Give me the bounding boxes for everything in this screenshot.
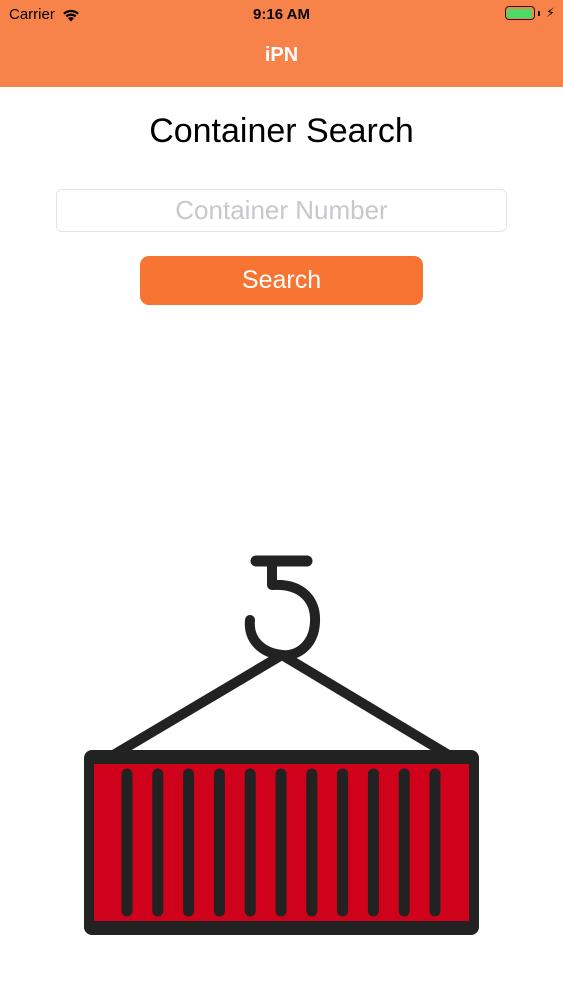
- battery-level: [507, 8, 533, 18]
- container-number-input[interactable]: [56, 189, 507, 232]
- search-button[interactable]: Search: [140, 256, 423, 305]
- crane-hook-icon: [244, 555, 321, 661]
- status-bar: Carrier 9:16 AM ⚡︎: [0, 0, 563, 28]
- sling-ropes: [110, 650, 452, 759]
- shipping-container: [84, 750, 479, 935]
- battery-cap: [537, 10, 540, 16]
- battery-indicator: ⚡︎: [504, 5, 555, 21]
- hanging-shipping-container-icon: [84, 555, 479, 935]
- page-title: Container Search: [149, 112, 414, 150]
- navigation-bar: Carrier 9:16 AM ⚡︎ iPN: [0, 0, 563, 87]
- bolt-icon: ⚡︎: [545, 5, 555, 20]
- battery-icon: [504, 6, 535, 20]
- app-screen: Carrier 9:16 AM ⚡︎ iPN Container Search …: [0, 0, 563, 1000]
- status-time: 9:16 AM: [253, 6, 310, 23]
- nav-title: iPN: [264, 44, 299, 66]
